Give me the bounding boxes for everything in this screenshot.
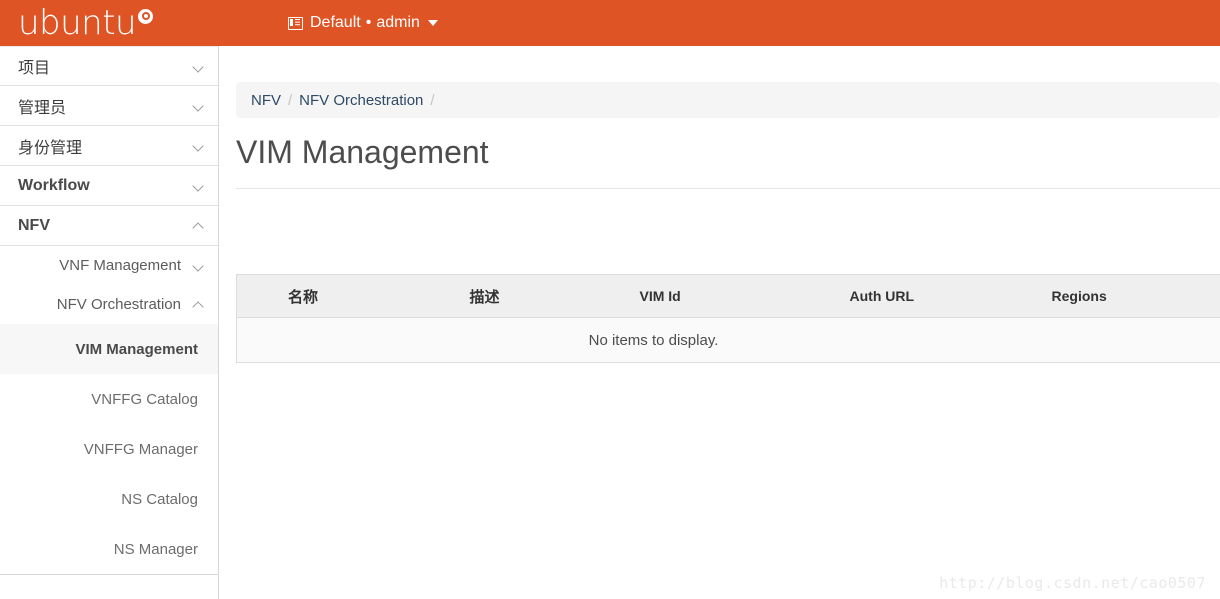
sidebar-item-vnffg-manager[interactable]: VNFFG Manager	[0, 424, 218, 474]
ubuntu-circle-of-friends-icon	[138, 8, 154, 24]
sidebar-item-ns-manager[interactable]: NS Manager	[0, 524, 218, 574]
breadcrumb-item-nfv[interactable]: NFV	[251, 92, 281, 109]
breadcrumb-separator: /	[430, 91, 435, 109]
main-content-area: NFV / NFV Orchestration / VIM Management…	[220, 46, 1220, 599]
column-header-vim-id[interactable]: VIM Id	[621, 274, 832, 318]
column-header-regions[interactable]: Regions	[1051, 274, 1220, 318]
sidebar-item-workflow[interactable]: Workflow	[0, 166, 218, 206]
chevron-down-icon	[193, 61, 204, 72]
column-header-auth-url[interactable]: Auth URL	[831, 274, 1052, 318]
sidebar-item-label: 身份管理	[18, 137, 83, 157]
chevron-up-icon	[193, 220, 204, 231]
sidebar-item-ns-catalog[interactable]: NS Catalog	[0, 474, 218, 524]
sidebar-item-admin[interactable]: 管理员	[0, 86, 218, 126]
sidebar-item-nfv[interactable]: NFV	[0, 206, 218, 246]
sidebar-leaf-label: VIM Management	[75, 340, 198, 358]
context-user-label: admin	[376, 14, 420, 31]
caret-down-icon	[427, 20, 438, 26]
chevron-down-icon	[193, 180, 204, 191]
watermark-text: http://blog.csdn.net/cao0507	[939, 574, 1206, 592]
sidebar-navigation: 项目 管理员 身份管理 Workflow NFV VNF Management …	[0, 46, 219, 599]
title-divider	[236, 188, 1220, 189]
sidebar-item-vim-management[interactable]: VIM Management	[0, 324, 218, 374]
project-list-icon	[288, 16, 303, 30]
vim-table-container: 名称 描述 VIM Id Auth URL Regions No items t…	[236, 274, 1220, 363]
context-domain-label: Default	[310, 14, 361, 31]
table-header: 名称 描述 VIM Id Auth URL Regions	[236, 274, 1220, 318]
chevron-down-icon	[193, 260, 204, 271]
sidebar-leaf-label: VNFFG Catalog	[91, 390, 198, 408]
sidebar-item-nfv-orchestration[interactable]: NFV Orchestration	[0, 285, 218, 324]
table-body: No items to display.	[236, 317, 1220, 363]
ubuntu-logo[interactable]: ubuntu	[18, 2, 154, 44]
table-header-row: 名称 描述 VIM Id Auth URL Regions	[236, 274, 1220, 318]
sidebar-item-label: 项目	[18, 58, 51, 77]
top-header-bar: ubuntu Default • admin	[0, 0, 1220, 46]
vim-table: 名称 描述 VIM Id Auth URL Regions No items t…	[236, 274, 1220, 363]
sidebar-item-project[interactable]: 项目	[0, 46, 218, 86]
breadcrumb: NFV / NFV Orchestration /	[236, 82, 1220, 118]
breadcrumb-separator: /	[288, 91, 293, 109]
column-header-description[interactable]: 描述	[451, 274, 622, 318]
sidebar-leaf-label: VNFFG Manager	[83, 440, 198, 458]
column-header-name[interactable]: 名称	[236, 274, 452, 318]
sidebar-item-label: 管理员	[18, 97, 67, 117]
context-separator: •	[365, 14, 372, 31]
sidebar-item-label: NFV	[18, 216, 50, 234]
sidebar-item-vnffg-catalog[interactable]: VNFFG Catalog	[0, 374, 218, 424]
sidebar-item-label: Workflow	[18, 176, 90, 194]
sidebar-subitem-label: VNF Management	[59, 257, 181, 274]
chevron-up-icon	[193, 299, 204, 310]
sidebar-bottom-divider	[0, 574, 218, 575]
sidebar-leaf-label: NS Catalog	[121, 490, 198, 508]
brand-label: ubuntu	[18, 3, 137, 43]
sidebar-item-vnf-management[interactable]: VNF Management	[0, 246, 218, 285]
page-title: VIM Management	[236, 134, 489, 170]
empty-state-message: No items to display.	[236, 317, 1220, 363]
chevron-down-icon	[193, 100, 204, 111]
table-empty-row: No items to display.	[236, 317, 1220, 363]
sidebar-leaf-label: NS Manager	[113, 540, 198, 558]
context-selector-menu[interactable]: Default • admin	[288, 10, 438, 36]
sidebar-subitem-label: NFV Orchestration	[56, 296, 181, 313]
chevron-down-icon	[193, 140, 204, 151]
sidebar-item-identity[interactable]: 身份管理	[0, 126, 218, 166]
breadcrumb-item-nfv-orchestration[interactable]: NFV Orchestration	[299, 92, 423, 109]
